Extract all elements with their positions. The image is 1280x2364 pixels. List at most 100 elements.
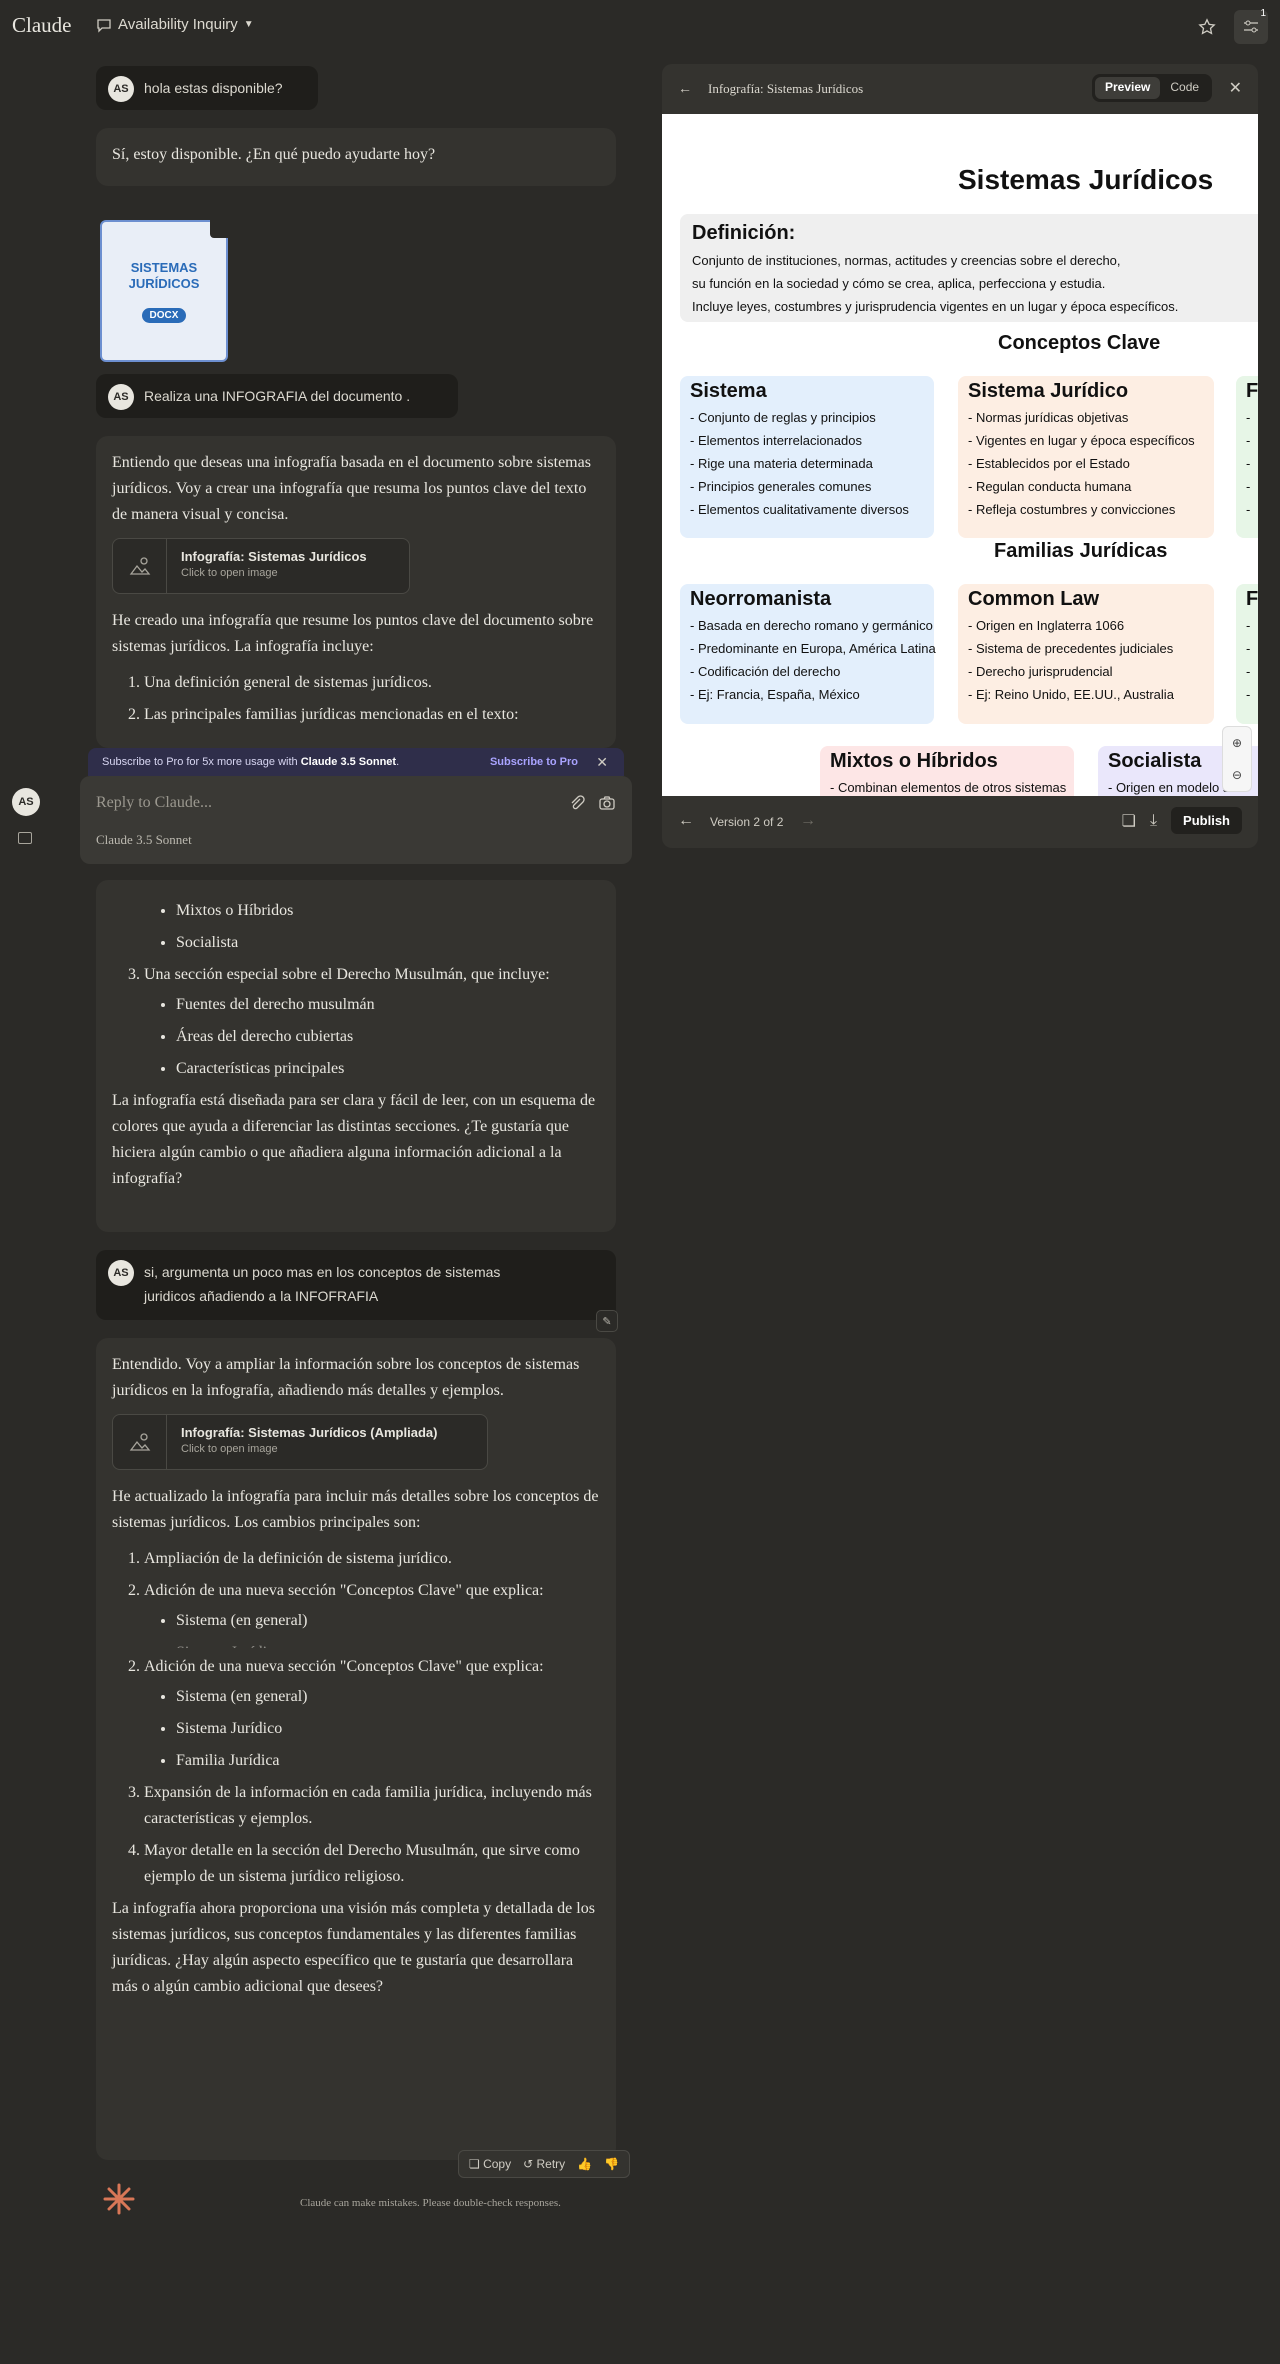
list-item: Expansión de la información en cada fami… xyxy=(144,1780,600,1832)
card-line: - xyxy=(1246,502,1251,517)
assistant-intro: Entiendo que deseas una infografía basad… xyxy=(112,454,591,523)
star-icon xyxy=(1198,18,1216,35)
list-item: Ampliación de la definición de sistema j… xyxy=(144,1546,600,1572)
card-line: - Elementos cualitativamente diversos xyxy=(690,502,909,517)
card-line: - Predominante en Europa, América Latina xyxy=(690,641,936,656)
page-fold xyxy=(210,220,228,238)
user-message-text: Realiza una INFOGRAFIA del documento . xyxy=(144,388,411,404)
card-line: - Ej: Reino Unido, EE.UU., Australia xyxy=(968,687,1174,702)
download-icon[interactable]: ⤓ xyxy=(1150,812,1157,830)
close-icon[interactable]: ✕ xyxy=(596,754,608,771)
card-neorromanista: Neorromanista - Basada en derecho romano… xyxy=(680,584,936,724)
list-subitem: Características principales xyxy=(176,1056,600,1082)
card-heading: Common Law xyxy=(968,588,1100,610)
list-subitem: Áreas del derecho cubiertas xyxy=(176,1024,600,1050)
assistant-message: Entendido. Voy a ampliar la información … xyxy=(96,1338,616,2160)
tab-code[interactable]: Code xyxy=(1160,77,1209,99)
card-heading: Neorromanista xyxy=(690,588,832,610)
chat-title-dropdown[interactable]: Availability Inquiry ▼ xyxy=(96,16,254,33)
chat-title-text: Availability Inquiry xyxy=(118,16,238,33)
artifact-image-icon xyxy=(113,1415,167,1469)
user-message-text: si, argumenta un poco mas en los concept… xyxy=(144,1264,501,1304)
subscribe-banner: Subscribe to Pro for 5x more usage with … xyxy=(88,748,624,776)
card-heading: F xyxy=(1246,588,1258,610)
document-title: SISTEMAS JURÍDICOS xyxy=(128,259,200,291)
user-message: AS hola estas disponible? xyxy=(96,66,318,110)
star-button[interactable] xyxy=(1190,10,1224,44)
retry-button[interactable]: ↺ Retry xyxy=(523,2157,565,2171)
thumbs-down-icon[interactable]: 👎 xyxy=(604,2157,619,2171)
card-line: - Elementos interrelacionados xyxy=(690,433,862,448)
definition-line: Incluye leyes, costumbres y jurisprudenc… xyxy=(692,299,1179,314)
sidebar-toggle-icon[interactable] xyxy=(18,832,32,844)
card-line: - Derecho jurisprudencial xyxy=(968,664,1113,679)
publish-button[interactable]: Publish xyxy=(1171,807,1242,834)
copy-icon[interactable]: ❏ xyxy=(1122,811,1136,831)
list-item: Una definición general de sistemas juríd… xyxy=(144,670,600,696)
card-line: - xyxy=(1246,456,1251,471)
promo-text: Subscribe to Pro for 5x more usage with … xyxy=(102,756,400,768)
artifact-card[interactable]: Infografía: Sistemas Jurídicos Click to … xyxy=(112,538,410,594)
user-message: AS Realiza una INFOGRAFIA del documento … xyxy=(96,374,458,418)
card-line: - Rige una materia determinada xyxy=(690,456,873,471)
card-line: - xyxy=(1246,687,1251,702)
card-line: - Conjunto de reglas y principios xyxy=(690,410,876,425)
claude-logo[interactable]: Claude xyxy=(12,13,71,38)
card-line: - Ej: Francia, España, México xyxy=(690,687,860,702)
card-line: - xyxy=(1246,618,1251,633)
settings-sliders-button[interactable]: 1 xyxy=(1234,8,1268,44)
artifact-subtitle: Click to open image xyxy=(181,1443,278,1455)
disclaimer: Claude can make mistakes. Please double-… xyxy=(300,2197,561,2209)
assistant-message-continued: Mixtos o Híbridos Socialista Una sección… xyxy=(96,880,616,1232)
close-icon[interactable]: ✕ xyxy=(1229,78,1242,98)
camera-icon[interactable] xyxy=(598,794,616,812)
user-avatar: AS xyxy=(108,76,134,102)
subscribe-link[interactable]: Subscribe to Pro xyxy=(490,756,578,768)
card-line: - Origen en Inglaterra 1066 xyxy=(968,618,1125,633)
artifact-image-icon xyxy=(113,539,167,593)
assistant-outro: La infografía está diseñada para ser cla… xyxy=(112,1092,596,1187)
card-line: - Establecidos por el Estado xyxy=(968,456,1130,471)
paperclip-icon[interactable] xyxy=(568,794,586,812)
card-sistema: Sistema - Conjunto de reglas y principio… xyxy=(680,376,934,538)
card-heading: Mixtos o Híbridos xyxy=(830,750,998,772)
copy-button[interactable]: ❏ Copy xyxy=(469,2157,511,2171)
version-label: Version 2 of 2 xyxy=(710,815,784,829)
reply-input[interactable]: Reply to Claude... xyxy=(96,794,212,812)
zoom-in-icon[interactable]: ⊕ xyxy=(1232,736,1242,750)
next-version-arrow-icon[interactable]: → xyxy=(800,812,816,830)
definition-line: Conjunto de instituciones, normas, actit… xyxy=(692,253,1121,268)
infographic-title: Sistemas Jurídicos xyxy=(958,164,1214,195)
chat-bubble-icon xyxy=(97,18,111,33)
sliders-icon xyxy=(1244,20,1258,33)
back-arrow-icon[interactable]: ← xyxy=(678,80,692,96)
attached-document[interactable]: SISTEMAS JURÍDICOS DOCX xyxy=(100,220,228,362)
edit-message-button[interactable]: ✎ xyxy=(596,1310,618,1332)
sidebar-avatar[interactable]: AS xyxy=(12,788,40,816)
card-religiosa: F - - - - xyxy=(1236,584,1258,724)
list-item: Adición de una nueva sección "Conceptos … xyxy=(144,1578,600,1648)
card-line: - Basada en derecho romano y germánico xyxy=(690,618,933,633)
tab-preview[interactable]: Preview xyxy=(1095,77,1161,99)
assistant-message-text: Sí, estoy disponible. ¿En qué puedo ayud… xyxy=(112,146,436,163)
card-line: - xyxy=(1246,433,1251,448)
list-subitem: Sistema Jurídico xyxy=(176,1640,600,1648)
card-familia-juridica: F - - - - - xyxy=(1236,376,1258,538)
card-line: - Normas jurídicas objetivas xyxy=(968,410,1129,425)
previous-version-arrow-icon[interactable]: ← xyxy=(678,812,694,830)
card-line: - xyxy=(1246,410,1251,425)
card-line: - xyxy=(1246,664,1251,679)
user-avatar: AS xyxy=(108,384,134,410)
artifact-title: Infografía: Sistemas Jurídicos (Ampliada… xyxy=(181,1425,438,1440)
assistant-message: Sí, estoy disponible. ¿En qué puedo ayud… xyxy=(96,128,616,186)
top-bar: Claude Availability Inquiry ▼ 1 xyxy=(0,0,1280,54)
list-subitem: Fuentes del derecho musulmán xyxy=(176,992,600,1018)
artifact-card[interactable]: Infografía: Sistemas Jurídicos (Ampliada… xyxy=(112,1414,488,1470)
zoom-out-icon[interactable]: ⊖ xyxy=(1232,768,1242,782)
user-message-text: hola estas disponible? xyxy=(144,80,283,96)
list-subitem: Mixtos o Híbridos xyxy=(176,898,600,924)
thumbs-up-icon[interactable]: 👍 xyxy=(577,2157,592,2171)
familias-heading: Familias Jurídicas xyxy=(994,540,1168,562)
user-message: AS si, argumenta un poco mas en los conc… xyxy=(96,1250,616,1320)
model-selector[interactable]: Claude 3.5 Sonnet xyxy=(96,832,192,848)
